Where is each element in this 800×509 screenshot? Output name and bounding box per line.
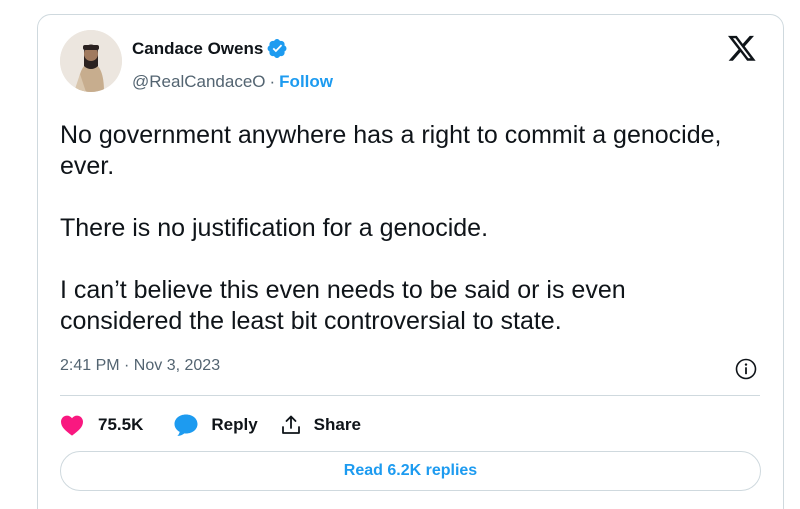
share-button[interactable]: Share	[280, 414, 361, 436]
divider	[60, 395, 760, 396]
info-icon[interactable]	[734, 357, 758, 381]
like-count: 75.5K	[98, 415, 144, 434]
like-button[interactable]: 75.5K	[60, 414, 143, 436]
verified-badge-icon	[267, 38, 288, 59]
read-replies-button[interactable]: Read 6.2K replies	[60, 451, 761, 491]
handle-row: @RealCandaceO · Follow	[132, 72, 333, 92]
reply-button[interactable]: Reply	[173, 413, 258, 437]
reply-label: Reply	[211, 415, 258, 434]
tweet-paragraph: There is no justification for a genocide…	[60, 214, 489, 242]
tweet-paragraph: I can’t believe this even needs to be sa…	[60, 276, 626, 335]
reply-bubble-icon	[174, 414, 198, 436]
follow-button[interactable]: Follow	[279, 72, 333, 92]
x-logo-icon[interactable]	[726, 33, 758, 63]
heart-icon	[61, 415, 83, 436]
action-bar: 75.5K Reply Share	[60, 411, 361, 439]
share-label: Share	[313, 415, 361, 434]
author-name[interactable]: Candace Owens	[132, 39, 263, 59]
tweet-timestamp[interactable]: 2:41 PM · Nov 3, 2023	[60, 357, 220, 375]
author-name-row[interactable]: Candace Owens	[132, 38, 288, 59]
tweet-paragraph: No government anywhere has a right to co…	[60, 121, 722, 180]
share-icon	[281, 415, 300, 434]
separator: ·	[269, 72, 276, 91]
avatar[interactable]	[60, 30, 122, 92]
author-handle[interactable]: @RealCandaceO	[132, 72, 266, 92]
tweet-text: No government anywhere has a right to co…	[60, 120, 740, 337]
